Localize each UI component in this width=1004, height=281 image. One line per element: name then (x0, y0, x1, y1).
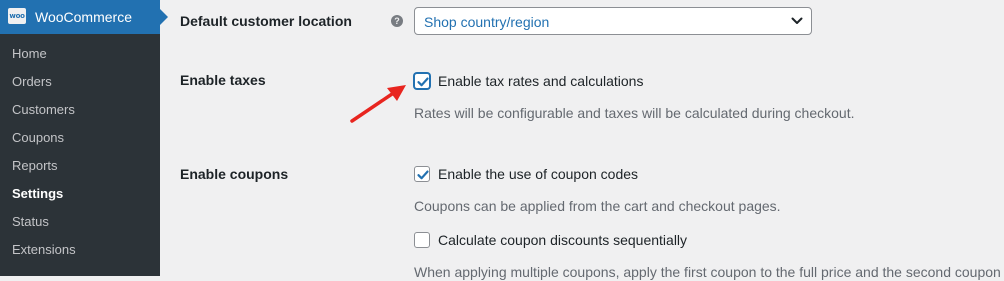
sidebar-item-customers[interactable]: Customers (0, 96, 160, 124)
sidebar-menu: Home Orders Customers Coupons Reports Se… (0, 40, 160, 264)
enable-coupons-label: Enable coupons (180, 166, 289, 182)
select-value: Shop country/region (424, 14, 550, 30)
sidebar-item-home[interactable]: Home (0, 40, 160, 68)
checkmark-icon (417, 170, 429, 180)
checkmark-icon (417, 77, 429, 87)
sidebar-item-coupons[interactable]: Coupons (0, 124, 160, 152)
settings-main: Default customer location ? Shop country… (160, 0, 1004, 280)
default-customer-location-select[interactable]: Shop country/region (414, 7, 812, 35)
woocommerce-logo-icon: woo (8, 8, 26, 24)
sidebar-item-orders[interactable]: Orders (0, 68, 160, 96)
enable-taxes-label: Enable taxes (180, 72, 266, 88)
sidebar-header-woocommerce[interactable]: woo WooCommerce (0, 0, 168, 34)
sequential-coupons-description: When applying multiple coupons, apply th… (414, 264, 1001, 280)
enable-taxes-checkbox-label[interactable]: Enable tax rates and calculations (438, 72, 643, 90)
woocommerce-logo-text: woo (9, 12, 25, 20)
enable-coupons-checkbox-label[interactable]: Enable the use of coupon codes (438, 165, 638, 183)
sidebar-item-status[interactable]: Status (0, 208, 160, 236)
enable-taxes-description: Rates will be configurable and taxes wil… (414, 105, 855, 121)
sidebar-item-settings[interactable]: Settings (0, 180, 160, 208)
enable-taxes-checkbox[interactable] (414, 73, 430, 89)
chevron-down-icon (791, 17, 803, 24)
annotation-arrow-icon (350, 85, 406, 123)
default-customer-location-label: Default customer location (180, 13, 352, 29)
admin-sidebar: woo WooCommerce Home Orders Customers Co… (0, 0, 168, 276)
question-circle-icon[interactable]: ? (391, 15, 403, 27)
sidebar-title: WooCommerce (35, 9, 132, 25)
sequential-coupons-checkbox[interactable] (414, 232, 430, 248)
sequential-coupons-checkbox-label[interactable]: Calculate coupon discounts sequentially (438, 231, 687, 249)
sidebar-item-extensions[interactable]: Extensions (0, 236, 160, 264)
enable-coupons-description: Coupons can be applied from the cart and… (414, 198, 781, 214)
enable-coupons-checkbox[interactable] (414, 166, 430, 182)
sidebar-item-reports[interactable]: Reports (0, 152, 160, 180)
